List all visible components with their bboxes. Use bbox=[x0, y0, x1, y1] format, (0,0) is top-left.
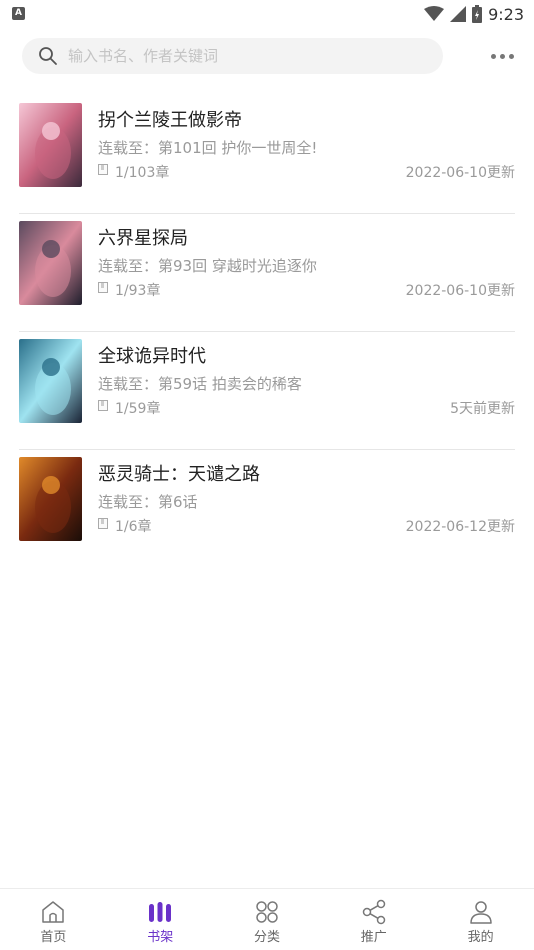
status-bar: A 9:23 bbox=[0, 0, 534, 28]
book-item[interactable]: 拐个兰陵王做影帝 连载至：第101回 护你一世周全! 1/103章 2022-0… bbox=[19, 96, 515, 214]
book-cover[interactable] bbox=[19, 457, 82, 541]
more-dot-icon bbox=[508, 53, 514, 59]
book-latest-chapter: 连载至：第101回 护你一世周全! bbox=[98, 139, 318, 157]
status-time: 9:23 bbox=[488, 4, 524, 24]
profile-icon bbox=[469, 901, 492, 924]
share-icon bbox=[362, 899, 386, 925]
book-update-time: 2022-06-12更新 bbox=[405, 519, 515, 535]
nav-label: 首页 bbox=[40, 930, 67, 945]
book-reading-progress: 1/59章 bbox=[115, 401, 161, 417]
book-update-time: 5天前更新 bbox=[450, 401, 515, 417]
nav-label: 推广 bbox=[360, 930, 387, 945]
book-update-time: 2022-06-10更新 bbox=[405, 283, 515, 299]
category-icon bbox=[256, 901, 278, 923]
more-dot-icon bbox=[499, 53, 505, 59]
book-item[interactable]: 六界星探局 连载至：第93回 穿越时光追逐你 1/93章 2022-06-10更… bbox=[19, 214, 515, 332]
bottom-nav: 首页 书架 分类 推广 我的 bbox=[0, 888, 534, 950]
nav-label: 我的 bbox=[467, 930, 494, 945]
book-reading-progress: 1/103章 bbox=[115, 165, 170, 181]
book-reading-progress: 1/93章 bbox=[115, 283, 161, 299]
home-icon bbox=[42, 901, 65, 923]
book-latest-chapter: 连载至：第59话 拍卖会的稀客 bbox=[98, 375, 302, 393]
nav-item-bookshelf[interactable]: 书架 bbox=[107, 889, 214, 950]
nav-item-profile[interactable]: 我的 bbox=[427, 889, 534, 950]
status-icons: 9:23 bbox=[424, 4, 524, 24]
book-latest-chapter: 连载至：第93回 穿越时光追逐你 bbox=[98, 257, 317, 275]
book-title: 拐个兰陵王做影帝 bbox=[98, 110, 242, 131]
book-item[interactable]: 全球诡异时代 连载至：第59话 拍卖会的稀客 1/59章 5天前更新 bbox=[19, 332, 515, 450]
bookmark-icon bbox=[98, 164, 108, 175]
nav-item-category[interactable]: 分类 bbox=[214, 889, 321, 950]
cellular-signal-icon bbox=[450, 6, 467, 22]
nav-label: 分类 bbox=[253, 930, 280, 945]
notification-app-icon: A bbox=[12, 7, 25, 20]
book-cover[interactable] bbox=[19, 103, 82, 187]
book-latest-chapter: 连载至：第6话 bbox=[98, 493, 198, 511]
nav-item-promote[interactable]: 推广 bbox=[320, 889, 427, 950]
book-cover[interactable] bbox=[19, 339, 82, 423]
nav-label: 书架 bbox=[147, 930, 174, 945]
bookmark-icon bbox=[98, 282, 108, 293]
bookshelf-list: 拐个兰陵王做影帝 连载至：第101回 护你一世周全! 1/103章 2022-0… bbox=[0, 96, 534, 568]
book-title: 全球诡异时代 bbox=[98, 346, 206, 367]
bookmark-icon bbox=[98, 400, 108, 411]
book-reading-progress: 1/6章 bbox=[115, 519, 152, 535]
more-options-button[interactable] bbox=[486, 46, 518, 66]
search-bar[interactable] bbox=[22, 38, 443, 74]
book-update-time: 2022-06-10更新 bbox=[405, 165, 515, 181]
battery-charging-icon bbox=[472, 5, 483, 23]
book-title: 六界星探局 bbox=[98, 228, 188, 249]
nav-item-home[interactable]: 首页 bbox=[0, 889, 107, 950]
book-item[interactable]: 恶灵骑士：天谴之路 连载至：第6话 1/6章 2022-06-12更新 bbox=[19, 450, 515, 568]
wifi-icon bbox=[424, 6, 445, 21]
more-dot-icon bbox=[490, 53, 496, 59]
search-icon bbox=[39, 47, 57, 65]
book-title: 恶灵骑士：天谴之路 bbox=[98, 464, 260, 485]
book-cover[interactable] bbox=[19, 221, 82, 305]
bookmark-icon bbox=[98, 518, 108, 529]
search-input[interactable] bbox=[68, 38, 428, 74]
bookshelf-icon bbox=[149, 902, 172, 922]
